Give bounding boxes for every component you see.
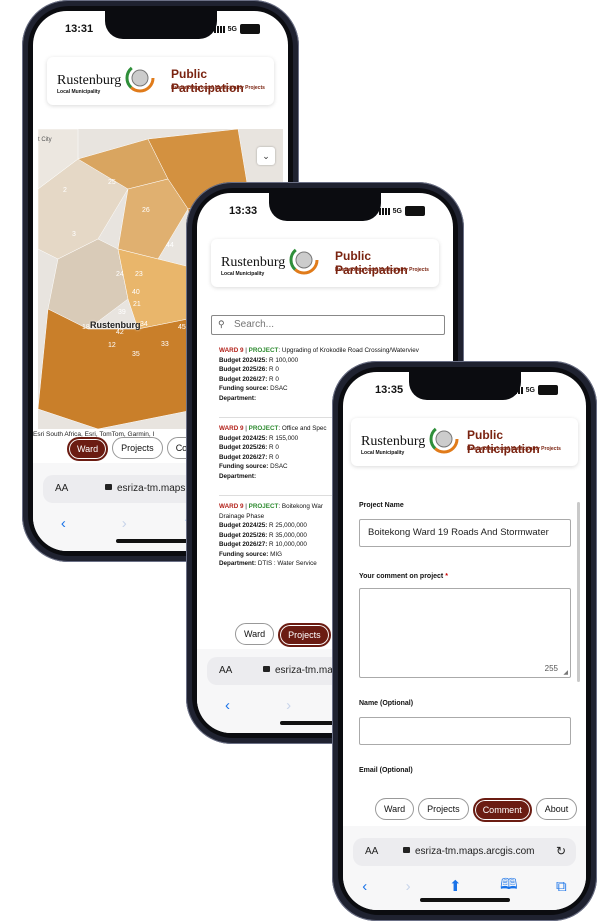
battery-icon [405,206,425,216]
chevron-down-icon: ⌄ [262,151,270,161]
app-header: Rustenburg Local Municipality Public Par… [211,239,439,287]
phone-3: 13:35 5G Rustenburg Local Municipality P… [332,361,597,921]
map-ward-number: 18 [82,324,90,331]
comment-form: Project Name Boitekong Ward 19 Roads And… [359,502,571,794]
phone-3-screen: 13:35 5G Rustenburg Local Municipality P… [343,372,586,910]
back-icon[interactable]: ‹ [362,878,367,895]
tab-projects[interactable]: Projects [278,623,331,647]
map-place-label: t City [38,137,52,143]
url-text: esriza-tm.maps.arcgis.com [415,846,535,857]
map-ward-number: 33 [161,341,169,348]
scrollbar[interactable] [577,502,580,682]
notch [408,372,521,400]
url-text: esriza-tm.maps.ar [117,483,198,494]
back-icon[interactable]: ‹ [61,515,66,532]
forward-icon[interactable]: › [122,515,127,532]
logo-emblem-icon [429,424,459,454]
municipality-logo: Rustenburg Local Municipality [361,424,471,460]
search-box[interactable]: ⚲ [211,315,445,335]
home-indicator [419,898,510,902]
comment-textarea[interactable]: 255 ◢ [359,588,571,678]
status-time: 13:33 [229,205,258,217]
map-expand-button[interactable]: ⌄ [257,147,275,165]
page-subtitle: Rustenburg Local Municipality Projects [335,267,429,273]
battery-icon [538,385,558,395]
tab-projects[interactable]: Projects [112,437,163,459]
search-icon: ⚲ [218,319,225,329]
name-label: Name (Optional) [359,700,414,707]
network-label: 5G [392,207,402,215]
lock-icon [403,847,410,853]
map-ward-number: 45 [178,324,186,331]
tab-about[interactable]: About [535,798,578,820]
tabs-icon[interactable]: ⧉ [556,878,567,895]
app-header: Rustenburg Local Municipality Public Par… [47,57,274,105]
page-subtitle: Rustenburg Local Municipality Projects [171,85,265,91]
logo-emblem-icon [125,63,155,93]
char-counter: 255 [544,664,558,673]
reader-mode-button[interactable]: AA [55,483,68,494]
project-name-field[interactable]: Boitekong Ward 19 Roads And Stormwater [359,519,571,547]
map-ward-number: 23 [135,271,143,278]
share-icon[interactable]: ⬆ [449,877,462,895]
browser-toolbar: ‹ › ⬆ 🕮 ⧉ [343,874,586,898]
project-name-label: Project Name [359,502,404,509]
notch [104,11,217,39]
map-ward-number: 3 [72,231,76,238]
tab-projects[interactable]: Projects [418,798,469,820]
map-ward-number: 44 [166,242,174,249]
municipality-logo: Rustenburg Local Municipality [221,245,331,281]
status-time: 13:35 [375,384,404,396]
notch [269,193,381,221]
signal-icon [378,207,390,215]
tab-ward[interactable]: Ward [67,437,109,461]
tab-comment[interactable]: Comment [472,798,532,822]
battery-icon [240,24,260,34]
reload-icon[interactable]: ↻ [556,844,566,858]
page-subtitle: Rustenburg Local Municipality Projects [467,446,561,452]
reader-mode-button[interactable]: AA [219,665,232,676]
map-ward-number: 26 [142,207,150,214]
bookmarks-icon[interactable]: 🕮 [500,874,518,899]
address-bar[interactable]: AA esriza-tm.maps.arcgis.com ↻ [353,838,576,866]
lock-icon [105,484,112,490]
lock-icon [263,666,270,672]
forward-icon[interactable]: › [286,697,291,714]
tab-ward[interactable]: Ward [375,798,415,820]
map-ward-number: 21 [133,301,141,308]
name-field[interactable] [359,717,571,745]
email-label: Email (Optional) [359,767,413,774]
required-marker: * [445,573,448,580]
map-ward-number: 2 [63,187,67,194]
map-ward-number: 12 [108,342,116,349]
map-ward-number: 42 [116,329,124,336]
reader-mode-button[interactable]: AA [365,846,378,857]
back-icon[interactable]: ‹ [225,697,230,714]
app-header: Rustenburg Local Municipality Public Par… [351,418,578,466]
logo-emblem-icon [289,245,319,275]
network-label: 5G [525,386,535,394]
map-ward-number: 35 [132,351,140,358]
map-ward-number: 24 [116,271,124,278]
search-input[interactable] [234,317,434,331]
map-ward-number: 34 [140,321,148,328]
map-ward-number: 25 [108,179,116,186]
resize-handle-icon[interactable]: ◢ [563,669,568,676]
comment-label: Your comment on project * [359,573,448,580]
map-ward-number: 39 [118,309,126,316]
url-text: esriza-tm.ma [275,665,333,676]
map-ward-number: 40 [132,289,140,296]
tab-ward[interactable]: Ward [235,623,275,645]
status-time: 13:31 [65,23,94,35]
municipality-logo: Rustenburg Local Municipality [57,63,167,99]
network-label: 5G [227,25,237,33]
forward-icon[interactable]: › [406,878,411,895]
tab-bar: Ward Projects Comment About [375,798,578,822]
